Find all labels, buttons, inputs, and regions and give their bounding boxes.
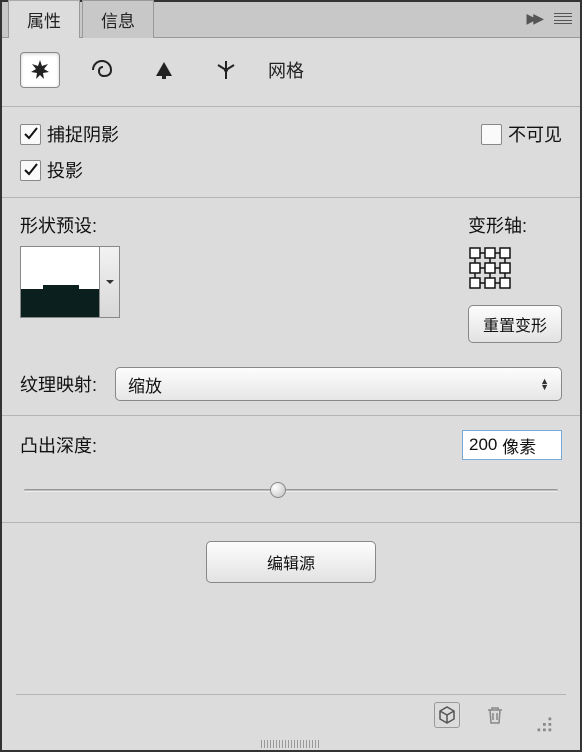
- axis-icon: [214, 58, 238, 82]
- cast-shadow-checkbox[interactable]: [20, 160, 41, 181]
- extrude-depth-slider[interactable]: [24, 478, 558, 502]
- invisible-label: 不可见: [508, 121, 562, 147]
- tab-properties[interactable]: 属性: [8, 0, 80, 38]
- capture-shadow-label: 捕捉阴影: [47, 121, 119, 147]
- select-arrows-icon: ▲▼: [540, 378, 549, 390]
- texture-mapping-select[interactable]: 缩放 ▲▼: [115, 367, 562, 401]
- shadow-section: 捕捉阴影 不可见 投影: [2, 107, 580, 198]
- shape-section: 形状预设: 变形轴:: [2, 198, 580, 416]
- render-settings-button[interactable]: [434, 702, 460, 728]
- slider-track: [24, 489, 558, 492]
- capture-shadow-checkbox[interactable]: [20, 124, 41, 145]
- panel-drag-handle[interactable]: [261, 740, 321, 748]
- resize-grip-icon: [532, 712, 554, 734]
- texture-mapping-value: 缩放: [128, 372, 162, 397]
- collapse-icon[interactable]: ▶▶: [526, 10, 540, 27]
- depth-section: 凸出深度: 200 像素: [2, 416, 580, 523]
- invisible-checkbox[interactable]: [481, 124, 502, 145]
- extrude-depth-input[interactable]: 200 像素: [462, 430, 562, 460]
- star-burst-icon: [28, 58, 52, 82]
- chevron-down-icon: [105, 277, 115, 287]
- texture-mapping-label: 纹理映射:: [20, 371, 97, 397]
- coords-tool-button[interactable]: [206, 52, 246, 88]
- panel-footer: [16, 694, 566, 734]
- swirl-icon: [90, 58, 114, 82]
- delete-button[interactable]: [482, 702, 508, 728]
- shape-preset-dropdown[interactable]: [100, 246, 120, 318]
- slider-thumb[interactable]: [270, 482, 286, 498]
- tab-info[interactable]: 信息: [82, 0, 154, 38]
- deform-tool-button[interactable]: [82, 52, 122, 88]
- toolbar-label: 网格: [268, 57, 304, 83]
- tab-bar: 属性 信息 ▶▶: [2, 2, 580, 38]
- check-icon: [23, 162, 39, 178]
- shape-preset-label: 形状预设:: [20, 212, 120, 238]
- edit-source-button[interactable]: 编辑源: [206, 541, 376, 583]
- cap-tool-button[interactable]: [144, 52, 184, 88]
- trash-icon: [484, 704, 506, 726]
- extrude-depth-label: 凸出深度:: [20, 432, 97, 458]
- properties-panel: 思缘设计论坛 WWW.MISSYUAN.COM 属性 信息 ▶▶ 网格: [0, 0, 582, 752]
- panel-menu-icon[interactable]: [554, 12, 572, 26]
- deform-axis-grid[interactable]: [468, 246, 512, 290]
- edit-source-section: 编辑源: [2, 523, 580, 611]
- cast-shadow-label: 投影: [47, 157, 83, 183]
- mode-toolbar: 网格: [2, 38, 580, 107]
- extrude-icon: [152, 58, 176, 82]
- deform-axis-label: 变形轴:: [468, 212, 562, 238]
- reset-deform-button[interactable]: 重置变形: [468, 305, 562, 343]
- resize-grip[interactable]: [530, 710, 556, 736]
- mesh-tool-button[interactable]: [20, 52, 60, 88]
- shape-preset-thumbnail[interactable]: [20, 246, 100, 318]
- cube-icon: [436, 704, 458, 726]
- check-icon: [23, 126, 39, 142]
